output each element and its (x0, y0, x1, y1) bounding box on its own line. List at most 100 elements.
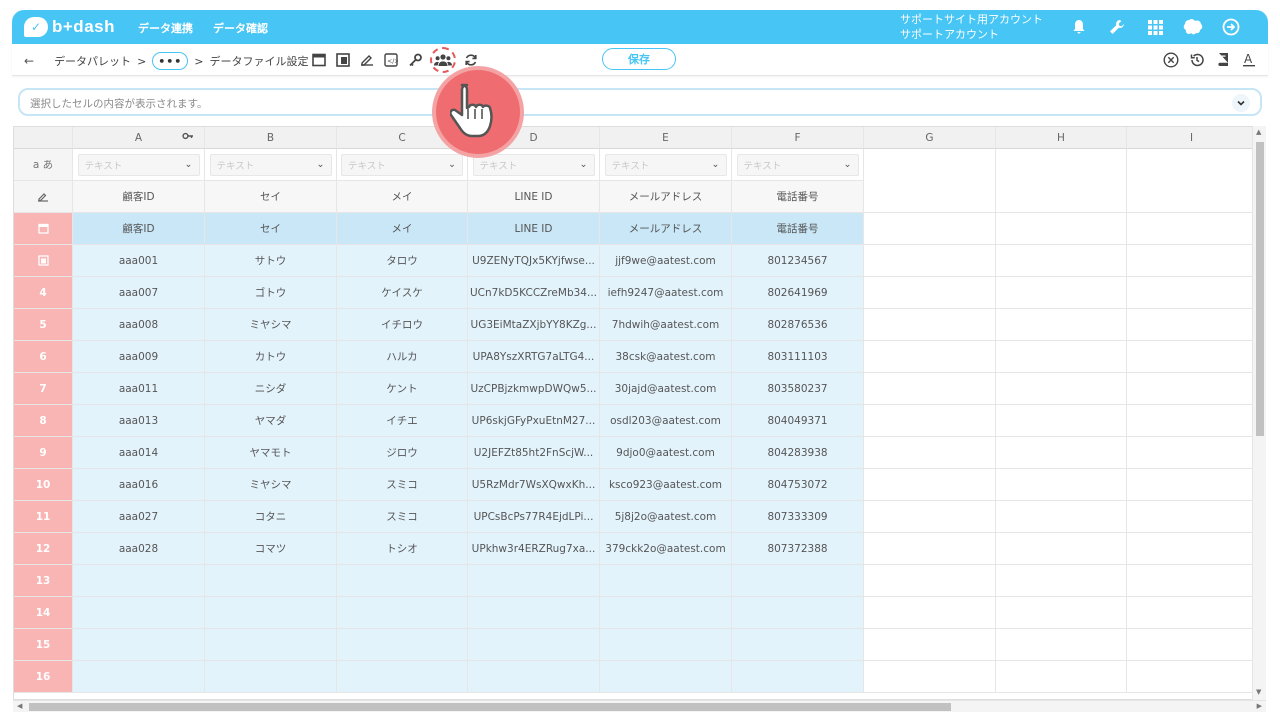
table-cell[interactable]: 801234567 (732, 245, 864, 277)
bell-icon[interactable] (1068, 16, 1090, 38)
empty-cell[interactable] (996, 597, 1127, 629)
code-icon[interactable]: </> (382, 51, 400, 69)
empty-cell[interactable] (864, 373, 996, 405)
empty-cell[interactable] (996, 213, 1127, 245)
empty-cell[interactable] (996, 181, 1127, 213)
table-cell[interactable]: 802641969 (732, 277, 864, 309)
empty-cell[interactable] (1127, 181, 1257, 213)
type-select[interactable]: テキスト ⌄ (472, 153, 595, 176)
empty-cell[interactable] (1127, 245, 1257, 277)
table-cell[interactable]: UzCPBjzkmwpDWQw5... (468, 373, 600, 405)
table-cell[interactable]: aaa028 (73, 533, 205, 565)
display-name-cell[interactable]: 顧客ID (73, 213, 205, 245)
table-cell[interactable]: ksco923@aatest.com (600, 469, 732, 501)
crumb-data-palette[interactable]: データパレット (54, 53, 131, 69)
table-cell[interactable] (205, 629, 337, 661)
table-cell[interactable]: ニシダ (205, 373, 337, 405)
table-cell[interactable]: aaa027 (73, 501, 205, 533)
row-number[interactable]: 15 (14, 629, 73, 661)
display-name-cell[interactable]: セイ (205, 213, 337, 245)
empty-cell[interactable] (1127, 533, 1257, 565)
table-cell[interactable]: イチロウ (337, 309, 468, 341)
vertical-scroll-thumb[interactable] (1256, 142, 1264, 436)
empty-cell[interactable] (864, 309, 996, 341)
empty-cell[interactable] (864, 245, 996, 277)
table-cell[interactable] (732, 629, 864, 661)
empty-cell[interactable] (996, 629, 1127, 661)
empty-cell[interactable] (1127, 309, 1257, 341)
panel-icon[interactable] (334, 51, 352, 69)
table-cell[interactable]: タロウ (337, 245, 468, 277)
table-cell[interactable]: UPkhw3r4ERZRug7xa... (468, 533, 600, 565)
empty-cell[interactable] (996, 565, 1127, 597)
table-cell[interactable]: osdl203@aatest.com (600, 405, 732, 437)
close-circle-icon[interactable] (1162, 51, 1180, 69)
table-cell[interactable]: aaa009 (73, 341, 205, 373)
table-cell[interactable]: U9ZENyTQJx5KYjfwse... (468, 245, 600, 277)
table-cell[interactable]: スミコ (337, 469, 468, 501)
table-cell[interactable]: 804049371 (732, 405, 864, 437)
empty-cell[interactable] (1127, 341, 1257, 373)
empty-cell[interactable] (864, 661, 996, 693)
table-cell[interactable]: 38csk@aatest.com (600, 341, 732, 373)
empty-cell[interactable] (1127, 277, 1257, 309)
table-cell[interactable]: aaa001 (73, 245, 205, 277)
table-cell[interactable]: aaa007 (73, 277, 205, 309)
column-header-e[interactable]: E (600, 127, 732, 149)
table-cell[interactable] (600, 629, 732, 661)
users-icon[interactable] (430, 47, 456, 73)
empty-cell[interactable] (1127, 629, 1257, 661)
table-cell[interactable] (205, 565, 337, 597)
table-cell[interactable]: 7hdwih@aatest.com (600, 309, 732, 341)
empty-cell[interactable] (996, 149, 1127, 181)
table-cell[interactable]: 5j8j2o@aatest.com (600, 501, 732, 533)
table-cell[interactable]: 379ckk2o@aatest.com (600, 533, 732, 565)
column-header-i[interactable]: I (1127, 127, 1257, 149)
table-cell[interactable]: iefh9247@aatest.com (600, 277, 732, 309)
empty-cell[interactable] (996, 309, 1127, 341)
empty-cell[interactable] (996, 341, 1127, 373)
empty-cell[interactable] (864, 565, 996, 597)
column-header-a[interactable]: A (73, 127, 205, 149)
column-header-f[interactable]: F (732, 127, 864, 149)
empty-cell[interactable] (996, 373, 1127, 405)
pencil-icon[interactable] (358, 51, 376, 69)
key-icon[interactable] (406, 51, 424, 69)
empty-cell[interactable] (1127, 213, 1257, 245)
table-cell[interactable]: aaa016 (73, 469, 205, 501)
type-select[interactable]: テキスト ⌄ (736, 153, 859, 176)
empty-cell[interactable] (1127, 565, 1257, 597)
table-cell[interactable]: 802876536 (732, 309, 864, 341)
table-cell[interactable]: ヤマモト (205, 437, 337, 469)
table-cell[interactable] (73, 565, 205, 597)
table-cell[interactable]: コタニ (205, 501, 337, 533)
table-cell[interactable]: aaa008 (73, 309, 205, 341)
table-cell[interactable] (600, 565, 732, 597)
empty-cell[interactable] (1127, 437, 1257, 469)
empty-cell[interactable] (1127, 501, 1257, 533)
table-cell[interactable]: 9djo0@aatest.com (600, 437, 732, 469)
table-cell[interactable]: カトウ (205, 341, 337, 373)
display-name-cell[interactable]: メイ (337, 213, 468, 245)
empty-cell[interactable] (996, 437, 1127, 469)
empty-cell[interactable] (864, 149, 996, 181)
wrench-icon[interactable] (1106, 16, 1128, 38)
row-number[interactable]: 7 (14, 373, 73, 405)
table-cell[interactable] (468, 661, 600, 693)
table-cell[interactable]: ゴトウ (205, 277, 337, 309)
history-icon[interactable] (1188, 51, 1206, 69)
table-cell[interactable] (73, 629, 205, 661)
horizontal-scrollbar[interactable]: ◀ ▶ (13, 700, 1266, 712)
table-cell[interactable] (732, 597, 864, 629)
table-cell[interactable] (73, 661, 205, 693)
empty-cell[interactable] (1127, 373, 1257, 405)
empty-cell[interactable] (996, 405, 1127, 437)
vertical-scrollbar[interactable]: ▲ ▼ (1252, 126, 1266, 700)
table-cell[interactable]: ミヤシマ (205, 309, 337, 341)
row-number[interactable]: 14 (14, 597, 73, 629)
table-cell[interactable] (600, 597, 732, 629)
empty-cell[interactable] (864, 341, 996, 373)
table-cell[interactable] (337, 597, 468, 629)
table-cell[interactable]: スミコ (337, 501, 468, 533)
crumb-more-button[interactable]: ••• (152, 52, 189, 70)
